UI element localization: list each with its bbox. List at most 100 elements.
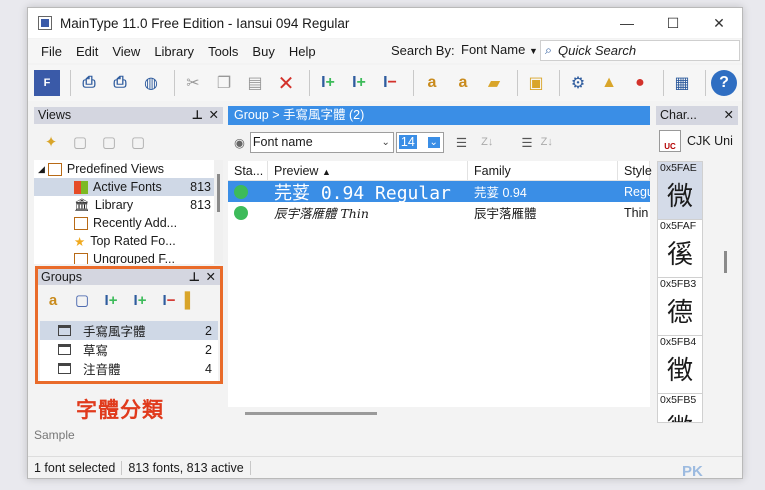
web-icon[interactable]: ◍ bbox=[138, 70, 164, 96]
tree-item-recently-added[interactable]: Recently Add... bbox=[34, 214, 214, 232]
views-scrollbar[interactable] bbox=[214, 160, 223, 264]
package-icon[interactable]: ▣ bbox=[523, 70, 549, 96]
field-select-value: Font name bbox=[252, 135, 313, 149]
close-button[interactable]: ✕ bbox=[696, 8, 742, 38]
delete-icon[interactable]: ✕ bbox=[273, 70, 299, 96]
menu-buy[interactable]: Buy bbox=[245, 44, 281, 59]
maximize-button[interactable]: ☐ bbox=[650, 8, 696, 38]
toolbar-separator bbox=[517, 70, 518, 96]
font-table-hscroll[interactable] bbox=[245, 412, 377, 415]
column-preview[interactable]: Preview ▲ bbox=[268, 161, 468, 181]
char-cell[interactable]: 0x5FB3 德 bbox=[658, 278, 702, 336]
char-cell[interactable]: 0x5FAF 徯 bbox=[658, 220, 702, 278]
toolbar-separator bbox=[413, 70, 414, 96]
minimize-button[interactable]: — bbox=[604, 8, 650, 38]
table-row[interactable]: 辰宇落雁體 Thin 辰宇落雁體 Thin bbox=[228, 202, 650, 223]
menu-help[interactable]: Help bbox=[282, 44, 323, 59]
search-by-select[interactable]: Font Name ▼ bbox=[461, 42, 538, 57]
char-cell[interactable]: 0x5FB5 徵 bbox=[658, 394, 702, 422]
group-item[interactable]: 注音體 4 bbox=[40, 359, 218, 378]
tree-item-ungrouped[interactable]: Ungrouped F... bbox=[34, 250, 214, 264]
close-pane-icon[interactable]: ✕ bbox=[206, 269, 216, 285]
delete-view-icon[interactable]: ▢ bbox=[125, 130, 151, 154]
activate-icon[interactable]: I + bbox=[315, 70, 341, 96]
char-code: 0x5FAF bbox=[660, 220, 697, 232]
activate-group-permanent-icon[interactable]: I + bbox=[127, 288, 153, 312]
pin-icon[interactable]: ⊥ bbox=[192, 107, 203, 124]
table-header: Sta... Preview ▲ Family Style bbox=[228, 161, 652, 181]
column-family[interactable]: Family bbox=[468, 161, 618, 181]
view-properties-icon[interactable]: ▢ bbox=[67, 130, 93, 154]
preview-cell: 芫荽 0.94 Regular bbox=[274, 182, 451, 203]
status-fonts: 813 fonts, 813 active bbox=[122, 460, 251, 475]
menu-view[interactable]: View bbox=[105, 44, 147, 59]
close-pane-icon[interactable]: ✕ bbox=[209, 107, 219, 124]
char-code: 0x5FB4 bbox=[660, 336, 697, 348]
toolbar-separator bbox=[705, 70, 706, 96]
scroll-thumb[interactable] bbox=[724, 251, 727, 273]
char-cell[interactable]: 0x5FAE 微 bbox=[658, 162, 702, 220]
preview-field-select[interactable]: Font name ⌄ bbox=[249, 131, 394, 153]
scroll-thumb[interactable] bbox=[217, 174, 220, 212]
quick-search-input[interactable]: ⌕ Quick Search bbox=[540, 40, 740, 61]
add-column-icon[interactable]: ☰ bbox=[521, 135, 532, 150]
table-row[interactable]: 芫荽 0.94 Regular 芫荽 0.94 Regu bbox=[228, 181, 650, 202]
group-item[interactable]: 草寫 2 bbox=[40, 340, 218, 359]
close-pane-icon[interactable]: ✕ bbox=[724, 106, 734, 125]
new-group-icon[interactable]: ▢ bbox=[69, 288, 95, 312]
settings-icon[interactable]: ⚙ bbox=[565, 70, 591, 96]
library-icon: 🏛 bbox=[74, 197, 90, 212]
status-cell bbox=[228, 202, 268, 223]
char-scrollbar[interactable] bbox=[718, 161, 732, 423]
tree-item-library[interactable]: 🏛 Library 813 bbox=[34, 196, 214, 214]
group-item[interactable]: 手寫風字體 2 bbox=[40, 321, 218, 340]
sort-az-icon[interactable]: Z↓ bbox=[481, 136, 493, 148]
add-to-group-icon[interactable]: a bbox=[40, 288, 66, 312]
char-cell[interactable]: 0x5FB4 徴 bbox=[658, 336, 702, 394]
folder-sync-icon[interactable]: ▰ bbox=[481, 70, 507, 96]
menu-library[interactable]: Library bbox=[147, 44, 201, 59]
search-icon: ⌕ bbox=[545, 43, 553, 57]
font-size-value: 14 bbox=[398, 135, 417, 149]
new-view-icon[interactable]: ✦ bbox=[38, 130, 64, 154]
tree-item-active-fonts[interactable]: Active Fonts 813 bbox=[34, 178, 214, 196]
unicode-icon[interactable]: UC bbox=[659, 130, 681, 152]
group-folder-icon[interactable]: ▌ bbox=[185, 288, 196, 312]
add-fonts-icon[interactable]: a bbox=[419, 70, 445, 96]
sample-pane-label: Sample bbox=[34, 428, 75, 442]
layout-icon[interactable]: ▦ bbox=[669, 70, 695, 96]
column-status[interactable]: Sta... bbox=[228, 161, 268, 181]
font-error-icon[interactable]: ● bbox=[627, 70, 653, 96]
groups-pane: Groups ⊥ ✕ a ▢ I + I + I − ▌ 手寫風字體 2 草寫 2 注音體… bbox=[35, 266, 223, 384]
folder-icon bbox=[47, 162, 62, 176]
charset-select[interactable]: CJK Uni bbox=[687, 134, 733, 148]
views-toolbar: ✦ ▢ ▢ ▢ bbox=[34, 128, 223, 156]
print-icon[interactable]: ⎙ bbox=[107, 70, 133, 96]
sort-za-icon[interactable]: Z↓ bbox=[541, 136, 553, 148]
activate-permanent-icon[interactable]: I + bbox=[346, 70, 372, 96]
preview-eye-icon[interactable]: ◉ bbox=[234, 135, 245, 150]
font-warning-icon[interactable]: ▲ bbox=[596, 70, 622, 96]
columns-icon[interactable]: ☰ bbox=[456, 135, 467, 150]
print-preview-icon[interactable]: ⎙ bbox=[76, 70, 102, 96]
chevron-down-icon: ⌄ bbox=[381, 136, 390, 148]
menu-edit[interactable]: Edit bbox=[69, 44, 105, 59]
save-icon[interactable]: F bbox=[34, 70, 60, 96]
menu-file[interactable]: File bbox=[34, 44, 69, 59]
copy-icon[interactable]: ❐ bbox=[211, 70, 237, 96]
cut-icon[interactable]: ✂ bbox=[180, 70, 206, 96]
pin-icon[interactable]: ⊥ bbox=[189, 269, 200, 285]
help-icon[interactable]: ? bbox=[711, 70, 737, 96]
add-folder-fonts-icon[interactable]: a bbox=[450, 70, 476, 96]
edit-view-icon[interactable]: ▢ bbox=[96, 130, 122, 154]
activate-group-icon[interactable]: I + bbox=[98, 288, 124, 312]
paste-icon[interactable]: ▤ bbox=[242, 70, 268, 96]
font-size-select[interactable]: 14 ⌄ bbox=[395, 131, 444, 153]
style-cell: Regu bbox=[624, 184, 650, 199]
menu-tools[interactable]: Tools bbox=[201, 44, 245, 59]
tree-item-top-rated[interactable]: ★ Top Rated Fo... bbox=[34, 232, 214, 250]
deactivate-icon[interactable]: I − bbox=[377, 70, 403, 96]
deactivate-group-icon[interactable]: I − bbox=[156, 288, 182, 312]
tree-item-predefined-views[interactable]: ◢ Predefined Views bbox=[34, 160, 214, 178]
column-style[interactable]: Style bbox=[618, 161, 652, 181]
